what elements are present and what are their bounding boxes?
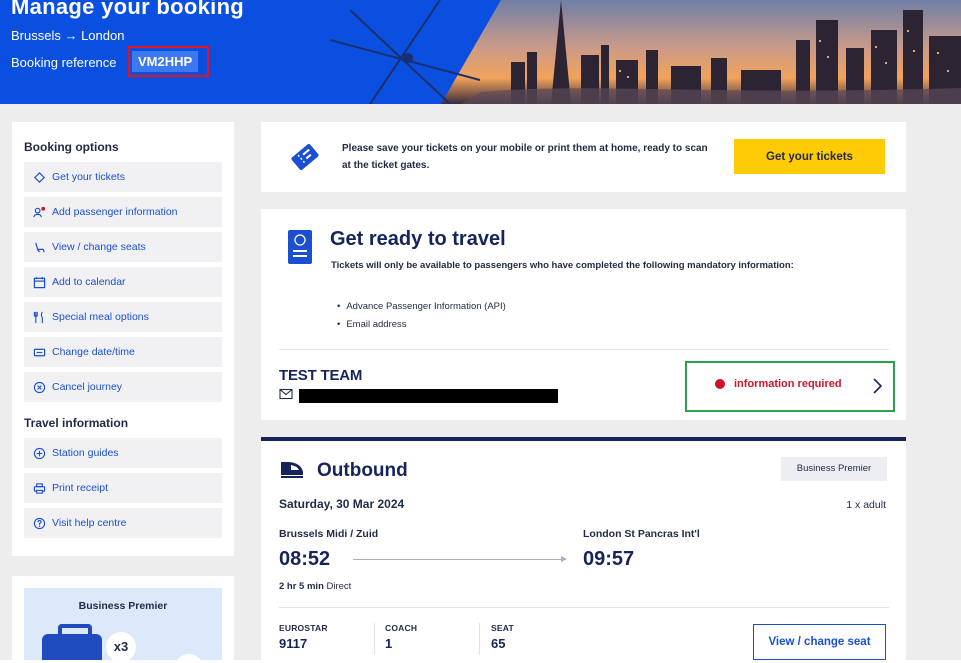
chevron-right-icon[interactable]: [871, 377, 883, 395]
train-number-field: EUROSTAR 9117: [279, 623, 328, 651]
tickets-card: Please save your tickets on your mobile …: [261, 122, 906, 192]
sidebar-item-label: Print receipt: [52, 482, 109, 494]
sidebar-item-label: Cancel journey: [52, 381, 123, 393]
page-title: Manage your booking: [11, 0, 245, 19]
sidebar-item-label: Visit help centre: [52, 517, 127, 529]
status-text: information required: [734, 378, 842, 390]
train-icon: [281, 462, 303, 478]
promo-panel: Business Premier x3 x1: [24, 588, 222, 663]
cancel-icon: [32, 380, 46, 394]
tickets-message: Please save your tickets on your mobile …: [342, 143, 708, 171]
business-premier-promo: Business Premier x3 x1: [12, 576, 234, 663]
sidebar-item-add-passenger[interactable]: Add passenger information: [24, 197, 222, 227]
divider: [374, 623, 375, 655]
sidebar-item-change-date[interactable]: Change date/time: [24, 337, 222, 367]
coach-field: COACH 1: [385, 623, 417, 651]
coach-value: 1: [385, 636, 393, 651]
duration-value: 2 hr 5 min: [279, 581, 324, 592]
arrival-station: London St Pancras Int'l: [583, 528, 700, 540]
seat-label: SEAT: [491, 623, 514, 633]
mail-icon: [279, 388, 293, 400]
sidebar-item-station-guides[interactable]: Station guides: [24, 438, 222, 468]
departure-station: Brussels Midi / Zuid: [279, 528, 379, 540]
change-ticket-icon: [32, 345, 46, 359]
get-ready-title: Get ready to travel: [330, 228, 506, 250]
ticket-icon: [291, 143, 319, 171]
travel-date: Saturday, 30 Mar 2024: [279, 497, 405, 511]
sidebar: Booking options Get your tickets Add pas…: [12, 122, 234, 556]
travel-information-heading: Travel information: [24, 416, 129, 430]
compass-icon: [32, 446, 46, 460]
cutlery-icon: [32, 310, 46, 324]
passport-icon: [288, 230, 312, 264]
ticket-icon: [32, 170, 46, 184]
sidebar-item-label: Station guides: [52, 447, 119, 459]
booking-reference-label: Booking reference: [11, 55, 117, 70]
seat-value: 65: [491, 636, 506, 651]
requirements-list: Advance Passenger Information (API) Emai…: [337, 298, 506, 334]
london-skyline-image: [441, 0, 961, 104]
sidebar-item-get-tickets[interactable]: Get your tickets: [24, 162, 222, 192]
divider: [279, 349, 889, 350]
journey-duration: 2 hr 5 min Direct: [279, 581, 351, 592]
outbound-card: Outbound Business Premier Saturday, 30 M…: [261, 437, 906, 663]
add-person-icon: [32, 205, 46, 219]
sidebar-item-calendar[interactable]: Add to calendar: [24, 267, 222, 297]
divider: [479, 623, 480, 655]
sidebar-item-label: Add passenger information: [52, 206, 178, 218]
redacted-email: [299, 389, 558, 403]
sidebar-item-seats[interactable]: View / change seats: [24, 232, 222, 262]
sidebar-item-help-centre[interactable]: Visit help centre: [24, 508, 222, 538]
passenger-name: TEST TEAM: [279, 367, 363, 384]
get-ready-card: Get ready to travel Tickets will only be…: [261, 209, 906, 420]
list-item: Advance Passenger Information (API): [337, 298, 505, 316]
page-header: Manage your booking Brussels → London Bo…: [0, 0, 961, 104]
train-number-label: EUROSTAR: [279, 623, 328, 633]
journey-route: Brussels → London: [11, 28, 125, 43]
brand-star-graphic: [330, 0, 480, 104]
outbound-title: Outbound: [317, 460, 408, 481]
divider: [279, 607, 889, 608]
stops-value: Direct: [326, 581, 352, 592]
sidebar-item-cancel[interactable]: Cancel journey: [24, 372, 222, 402]
class-badge: Business Premier: [781, 457, 887, 481]
coach-label: COACH: [385, 623, 418, 633]
sidebar-item-label: Change date/time: [52, 346, 135, 358]
information-required-status[interactable]: information required: [715, 378, 842, 390]
help-icon: [32, 516, 46, 530]
suitcase-icon: [42, 624, 102, 663]
sidebar-item-label: Add to calendar: [52, 276, 126, 288]
sidebar-item-print-receipt[interactable]: Print receipt: [24, 473, 222, 503]
departure-time: 08:52: [279, 548, 331, 570]
seat-field: SEAT 65: [491, 623, 514, 651]
luggage-count-badge: x3: [106, 632, 136, 662]
booking-options-heading: Booking options: [24, 140, 119, 154]
arrival-time: 09:57: [583, 548, 635, 570]
promo-title: Business Premier: [78, 600, 168, 612]
passenger-count: 1 x adult: [846, 499, 886, 511]
get-tickets-button[interactable]: Get your tickets: [734, 139, 885, 174]
calendar-icon: [32, 275, 46, 289]
seat-icon: [32, 240, 46, 254]
sidebar-item-label: Get your tickets: [52, 171, 125, 183]
error-dot-icon: [715, 379, 725, 389]
arrow-right-icon: [561, 556, 567, 562]
list-item: Email address: [337, 316, 506, 334]
sidebar-item-label: View / change seats: [52, 241, 146, 253]
journey-line: [353, 559, 563, 560]
sidebar-item-label: Special meal options: [52, 311, 149, 323]
view-change-seat-button[interactable]: View / change seat: [753, 624, 886, 660]
train-number-value: 9117: [279, 636, 308, 651]
sidebar-item-meal[interactable]: Special meal options: [24, 302, 222, 332]
get-ready-description: Tickets will only be available to passen…: [331, 260, 794, 271]
printer-icon: [32, 481, 46, 495]
booking-reference-code: VM2HHP: [132, 51, 199, 72]
information-required-link[interactable]: information required: [685, 361, 895, 412]
